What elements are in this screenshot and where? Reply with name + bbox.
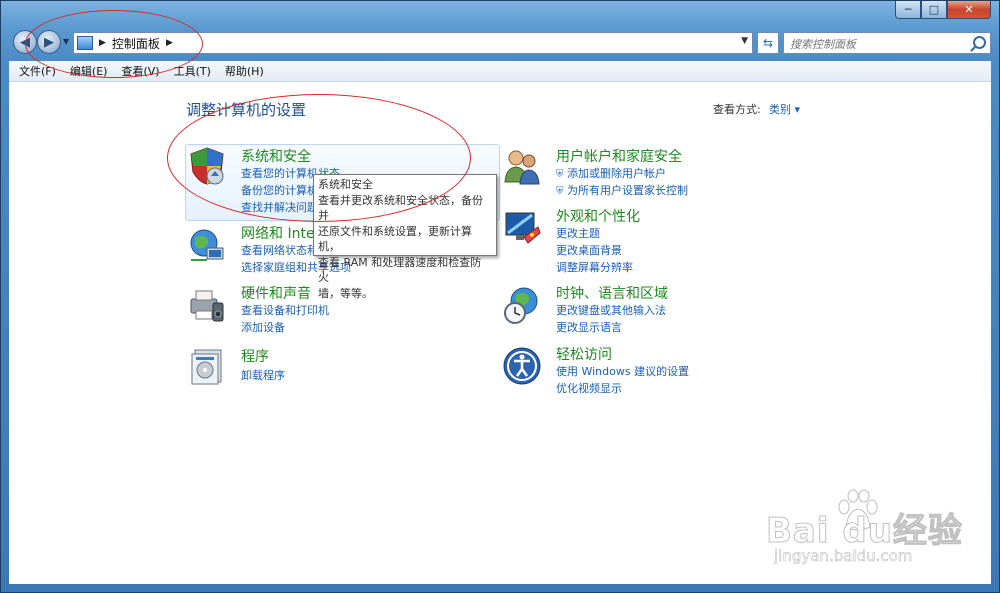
menu-help[interactable]: 帮助(H) (225, 63, 264, 79)
maximize-button[interactable]: □ (921, 1, 947, 19)
category-clock-language-title[interactable]: 时钟、语言和区域 (556, 283, 668, 303)
menu-view[interactable]: 查看(V) (121, 63, 159, 79)
printer-speaker-icon[interactable] (187, 285, 227, 325)
search-input[interactable] (788, 34, 972, 54)
category-system-security-title[interactable]: 系统和安全 (241, 146, 311, 166)
link-windows-suggested-settings[interactable]: 使用 Windows 建议的设置 (556, 363, 689, 379)
link-uninstall-program[interactable]: 卸载程序 (241, 367, 285, 383)
uac-shield-icon: ⛨ (556, 186, 564, 197)
link-backup-computer[interactable]: 备份您的计算机 (241, 182, 318, 198)
display-palette-icon[interactable] (502, 207, 542, 247)
breadcrumb-chevron-icon[interactable]: ▶ (166, 38, 173, 48)
uac-shield-icon: ⛨ (556, 169, 564, 180)
users-icon[interactable] (502, 146, 542, 186)
link-add-remove-accounts-label: 添加或删除用户帐户 (567, 167, 666, 180)
category-user-accounts-title[interactable]: 用户帐户和家庭安全 (556, 146, 682, 166)
link-add-remove-accounts[interactable]: ⛨ 添加或删除用户帐户 (556, 165, 666, 181)
breadcrumb-control-panel[interactable]: 控制面板 (112, 35, 160, 52)
ease-of-access-icon[interactable] (502, 346, 542, 386)
menu-bar: 文件(F) 编辑(E) 查看(V) 工具(T) 帮助(H) (9, 61, 991, 82)
menu-edit[interactable]: 编辑(E) (70, 63, 108, 79)
recent-pages-dropdown-icon[interactable]: ▼ (63, 37, 71, 47)
close-button[interactable]: ✕ (947, 1, 991, 19)
address-dropdown-icon[interactable]: ▼ (741, 36, 748, 46)
view-by-dropdown[interactable]: 类别 ▾ (769, 101, 800, 117)
link-change-theme[interactable]: 更改主题 (556, 225, 600, 241)
menu-tools[interactable]: 工具(T) (174, 63, 211, 79)
tooltip-line: 墙，等等。 (318, 286, 373, 300)
tooltip-line: 还原文件和系统设置，更新计算机， (318, 224, 472, 254)
forward-button[interactable]: ▶ (37, 30, 61, 54)
refresh-button[interactable]: ⇆ (757, 32, 779, 54)
link-parental-controls[interactable]: ⛨ 为所有用户设置家长控制 (556, 182, 688, 198)
link-parental-controls-label: 为所有用户设置家长控制 (567, 184, 688, 197)
tooltip-line: 查看 RAM 和处理器速度和检查防火 (318, 255, 482, 285)
watermark-url: jingyan.baidu.com (774, 547, 913, 566)
window-controls: ─ □ ✕ (895, 1, 991, 19)
link-adjust-resolution[interactable]: 调整屏幕分辨率 (556, 259, 633, 275)
tooltip-line: 查看并更改系统和安全状态，备份并 (318, 193, 483, 223)
programs-icon[interactable] (187, 346, 227, 386)
menu-file[interactable]: 文件(F) (19, 63, 56, 79)
tooltip-title: 系统和安全 (318, 178, 373, 191)
minimize-button[interactable]: ─ (895, 1, 921, 19)
breadcrumb-separator-icon[interactable]: ▶ (99, 38, 106, 48)
link-add-device[interactable]: 添加设备 (241, 319, 285, 335)
back-button[interactable]: ◀ (13, 30, 37, 54)
link-change-display-language[interactable]: 更改显示语言 (556, 319, 622, 335)
category-appearance-title[interactable]: 外观和个性化 (556, 206, 640, 226)
navigation-bar: ◀ ▶ ▼ ▶ 控制面板 ▶ ▼ ⇆ (11, 29, 991, 57)
control-panel-icon (77, 36, 93, 50)
link-change-desktop-background[interactable]: 更改桌面背景 (556, 242, 622, 258)
category-ease-of-access-title[interactable]: 轻松访问 (556, 344, 612, 364)
category-programs-title[interactable]: 程序 (241, 346, 269, 366)
link-change-keyboard[interactable]: 更改键盘或其他输入法 (556, 302, 666, 318)
link-view-devices-printers[interactable]: 查看设备和打印机 (241, 302, 329, 318)
clock-globe-icon[interactable] (502, 285, 542, 325)
watermark-text: Bai du经验 (766, 511, 963, 552)
category-hardware-sound-title[interactable]: 硬件和声音 (241, 283, 311, 303)
link-find-fix-problems[interactable]: 查找并解决问题 (241, 199, 318, 215)
link-optimize-video-display[interactable]: 优化视频显示 (556, 380, 622, 396)
network-globe-icon[interactable] (187, 226, 227, 266)
shield-icon[interactable] (187, 146, 227, 186)
address-bar[interactable]: ▶ 控制面板 ▶ ▼ (73, 32, 753, 54)
search-icon[interactable] (973, 36, 986, 49)
control-panel-window: ─ □ ✕ ◀ ▶ ▼ ▶ 控制面板 ▶ ▼ ⇆ 文件(F) 编辑(E) 查看(… (0, 0, 1000, 593)
tooltip: 系统和安全 查看并更改系统和安全状态，备份并 还原文件和系统设置，更新计算机， … (313, 174, 497, 300)
view-by-label: 查看方式: (713, 103, 761, 116)
page-title: 调整计算机的设置 (186, 101, 307, 119)
baidu-watermark: Bai du经验 jingyan.baidu.com (766, 489, 966, 579)
search-box[interactable] (783, 32, 991, 54)
